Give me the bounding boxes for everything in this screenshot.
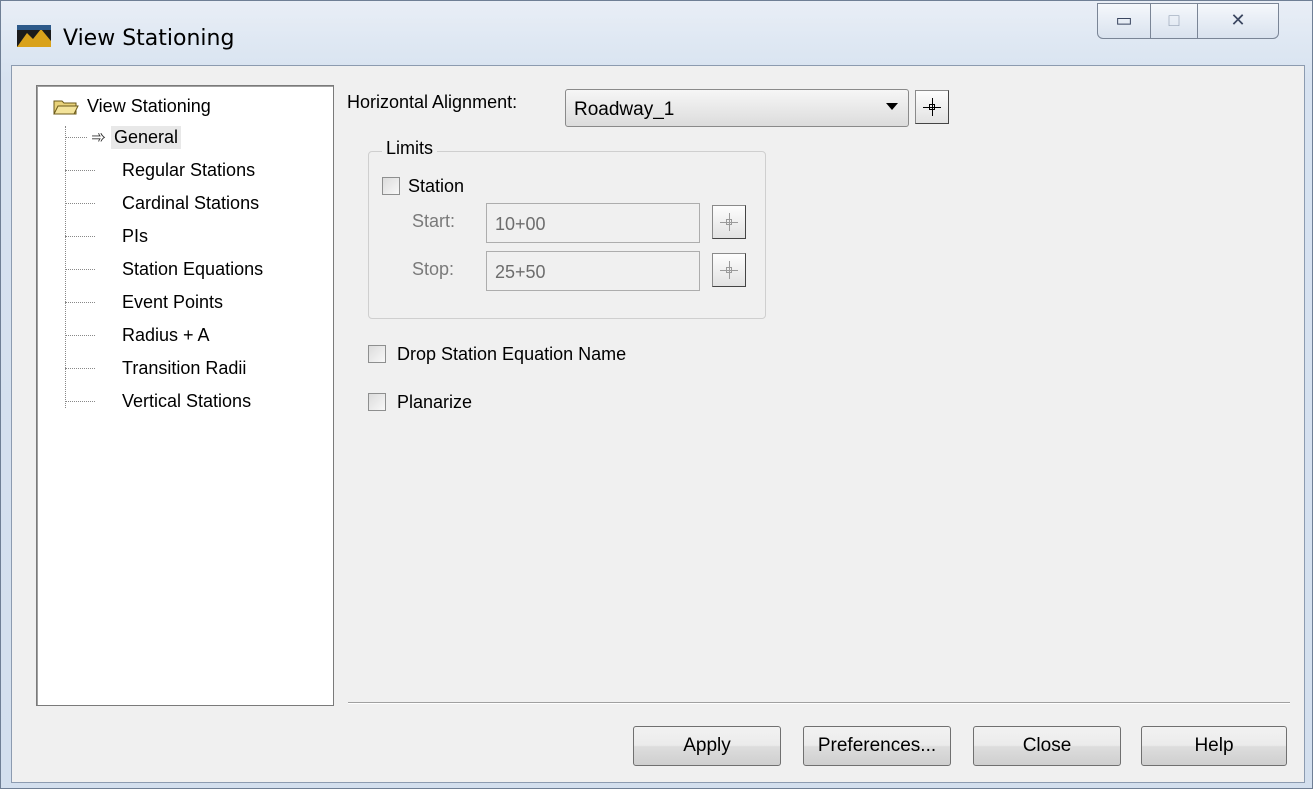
preferences-button[interactable]: Preferences... [803,726,951,766]
tree-branch [65,169,95,171]
maximize-button[interactable]: □ [1151,3,1198,39]
drop-station-equation-label: Drop Station Equation Name [397,344,627,364]
tree-item-transition-radii[interactable]: Transition Radii [65,353,249,383]
planarize-label: Planarize [397,392,473,412]
close-button[interactable]: Close [973,726,1121,766]
station-checkbox-label: Station [408,176,465,196]
tree-branch [65,400,95,402]
dialog-client-area: View Stationing ➾ General Regular Statio… [11,65,1305,783]
drop-station-equation-checkbox[interactable] [368,345,386,363]
stop-label: Stop: [412,259,455,279]
pick-start-button[interactable] [712,205,746,239]
tree-root[interactable]: View Stationing [53,96,211,117]
tree-item-label: Cardinal Stations [122,192,260,213]
tree-item-pis[interactable]: PIs [65,221,151,251]
window-controls: ▭ □ ✕ [1097,3,1279,39]
close-window-button[interactable]: ✕ [1198,3,1279,39]
start-station-value: 10+00 [495,214,546,234]
maximize-icon: □ [1168,10,1180,30]
tree-item-vertical-stations[interactable]: Vertical Stations [65,386,254,416]
pick-alignment-button[interactable] [915,90,949,124]
station-checkbox[interactable] [382,177,400,195]
tree-item-label: Vertical Stations [122,390,252,411]
alignment-value: Roadway_1 [574,99,675,120]
minimize-button[interactable]: ▭ [1097,3,1151,39]
start-label: Start: [412,211,456,231]
planarize-checkbox[interactable] [368,393,386,411]
pick-stop-button[interactable] [712,253,746,287]
close-icon: ✕ [1230,10,1246,30]
tree-branch [65,334,95,336]
dialog-window: View Stationing ▭ □ ✕ View Stationing ➾ … [0,0,1313,789]
app-icon [17,25,51,47]
tree-item-regular-stations[interactable]: Regular Stations [65,155,258,185]
folder-open-icon [53,100,79,114]
tree-item-label: Regular Stations [122,159,256,180]
tree-item-cardinal-stations[interactable]: Cardinal Stations [65,188,262,218]
tree-branch [65,268,95,270]
tree-item-label: General [111,125,182,149]
tree-item-station-equations[interactable]: Station Equations [65,254,266,284]
tree-root-label: View Stationing [87,96,211,116]
alignment-dropdown[interactable]: Roadway_1 [565,89,909,127]
tree-branch [65,136,87,138]
tree-item-label: PIs [122,225,149,246]
limits-group-title: Limits [382,138,438,159]
alignment-label: Horizontal Alignment: [347,92,518,112]
tree-branch [65,235,95,237]
tree-item-label: Radius + A [122,324,210,345]
dropdown-arrow-icon [886,103,898,110]
apply-button[interactable]: Apply [633,726,781,766]
tree-item-label: Transition Radii [122,357,247,378]
stop-station-value: 25+50 [495,262,546,282]
category-tree[interactable]: View Stationing ➾ General Regular Statio… [36,85,334,706]
tree-item-label: Event Points [122,291,224,312]
current-page-arrow-icon: ➾ [91,126,107,147]
tree-branch [65,301,95,303]
button-separator [348,702,1290,704]
window-title: View Stationing [63,26,235,51]
tree-item-label: Station Equations [122,258,264,279]
tree-branch [65,367,95,369]
minimize-icon: ▭ [1115,10,1133,30]
help-button[interactable]: Help [1141,726,1287,766]
tree-item-radius-a[interactable]: Radius + A [65,320,213,350]
title-bar[interactable]: View Stationing ▭ □ ✕ [1,1,1312,63]
tree-branch [65,202,95,204]
tree-item-general[interactable]: ➾ General [65,122,182,152]
tree-item-event-points[interactable]: Event Points [65,287,226,317]
start-station-field[interactable]: 10+00 [486,203,700,243]
stop-station-field[interactable]: 25+50 [486,251,700,291]
